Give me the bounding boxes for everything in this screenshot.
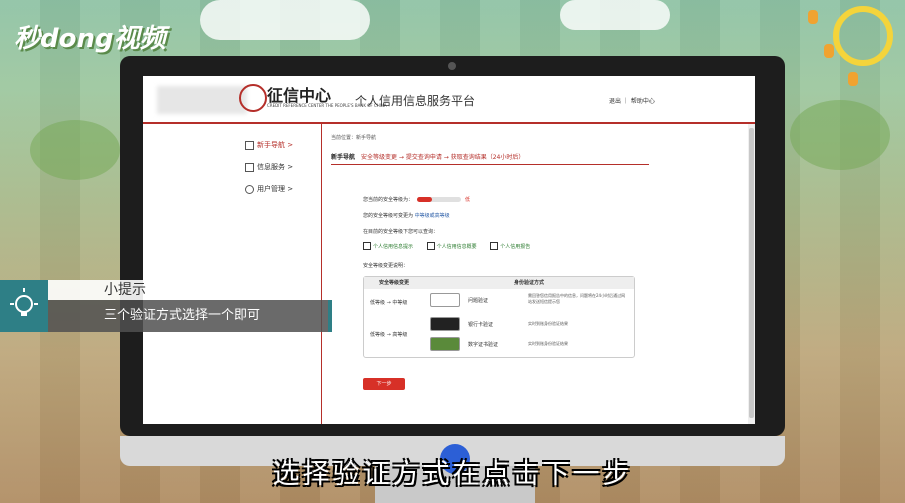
link-credit-hint[interactable]: 个人信用信息提示	[363, 242, 414, 250]
section-header: 新手导航 安全等级变更 → 提交查询申请 → 获取查询结果（24小时后）	[331, 152, 649, 165]
sun-ray	[848, 72, 858, 86]
user-icon	[245, 184, 254, 194]
query-label: 在目前的安全等级下您可以查询：	[363, 229, 439, 235]
link-label: 个人信用报告	[500, 243, 531, 250]
table-header: 身份验证方式	[424, 277, 634, 289]
method-description: 实时到账身份验证结果	[528, 341, 568, 346]
sidebar-item-info-service[interactable]: 信息服务 >	[245, 162, 293, 172]
section-title: 新手导航	[331, 154, 356, 161]
link-credit-report[interactable]: 个人信用报告	[490, 242, 531, 250]
query-links: 个人信用信息提示 个人信用信息概要 个人信用报告	[363, 242, 542, 250]
breadcrumb: 当前位置：新手导航	[331, 135, 377, 141]
security-level-bar	[417, 197, 462, 202]
video-logo: 秒dong视频	[14, 24, 166, 54]
upgrade-label: 您的安全等级可变更为	[363, 213, 414, 219]
sidebar: 新手导航 > 信息服务 > 用户管理 >	[237, 124, 322, 424]
platform-title: 个人信用信息服务平台	[355, 94, 476, 108]
method-bank-card[interactable]: 银行卡验证	[468, 321, 493, 328]
document-icon	[363, 242, 371, 250]
cloud	[560, 0, 670, 30]
change-note: 安全等级变更说明：	[363, 263, 409, 269]
table-cell-level: 低等级 → 高等级	[370, 332, 408, 338]
table-header: 安全等级变更	[364, 277, 424, 289]
main-content: 当前位置：新手导航 新手导航 安全等级变更 → 提交查询申请 → 获取查询结果（2…	[331, 124, 649, 424]
link-credit-summary[interactable]: 个人信用信息概要	[426, 242, 477, 250]
tip-text: 三个验证方式选择一个即可	[48, 300, 332, 332]
browser-screen: 征信中心 CREDIT REFERENCE CENTER THE PEOPLE'…	[143, 76, 755, 424]
sidebar-item-label: 用户管理 >	[257, 185, 294, 193]
book-icon	[490, 242, 499, 250]
sun-ray	[824, 44, 834, 58]
security-level-fill	[417, 197, 433, 202]
sidebar-item-label: 新手导航 >	[257, 141, 294, 149]
sun-ray	[808, 10, 818, 24]
video-subtitle: 选择验证方式在点击下一步	[272, 459, 633, 490]
table-cell-level: 低等级 → 中等级	[370, 300, 408, 306]
cloud	[200, 0, 370, 40]
usb-key-icon	[430, 337, 460, 351]
credit-center-logo-icon	[239, 84, 267, 112]
method-digital-certificate[interactable]: 数字证书验证	[468, 341, 498, 348]
method-description: 需回答您信用报告中的信息，问题将在24小时后通过网站发送短信提示您	[528, 293, 626, 304]
tip-overlay: 小提示 三个验证方式选择一个即可	[0, 280, 332, 332]
process-steps: 安全等级变更 → 提交查询申请 → 获取查询结果（24小时后）	[361, 154, 525, 161]
camera	[448, 62, 456, 70]
id-card-icon	[430, 293, 460, 307]
leaf-decoration	[790, 100, 890, 170]
sidebar-item-newbie[interactable]: 新手导航 >	[245, 140, 293, 150]
scrollbar-thumb[interactable]	[749, 128, 754, 418]
method-description: 实时到账身份验证结果	[528, 321, 568, 326]
security-level-value: 低	[465, 197, 471, 203]
document-icon	[426, 242, 435, 250]
book-icon	[245, 140, 254, 150]
upgrade-value: 中等级或高等级	[414, 213, 450, 219]
scrollbar[interactable]	[748, 124, 755, 424]
top-links[interactable]: 退出 ｜ 帮助中心	[609, 96, 655, 105]
link-label: 个人信用信息提示	[373, 243, 414, 250]
verification-table: 安全等级变更 身份验证方式 低等级 → 中等级 问题验证 需回答您信用报告中的信…	[363, 276, 635, 358]
security-label: 您当前的安全等级为：	[363, 197, 414, 203]
method-question[interactable]: 问题验证	[468, 297, 488, 304]
security-level-row: 您当前的安全等级为： 低	[363, 196, 470, 203]
lightbulb-icon	[0, 280, 48, 332]
sun-icon	[833, 6, 893, 66]
link-label: 个人信用信息概要	[436, 243, 477, 250]
sidebar-item-label: 信息服务 >	[257, 163, 294, 171]
document-icon	[245, 162, 254, 172]
leaf-decoration	[30, 120, 120, 180]
bank-card-icon	[430, 317, 460, 331]
sidebar-item-user-management[interactable]: 用户管理 >	[245, 184, 293, 194]
blurred-region	[157, 86, 247, 114]
upgrade-row: 您的安全等级可变更为 中等级或高等级	[363, 212, 450, 219]
portal-header: 征信中心 CREDIT REFERENCE CENTER THE PEOPLE'…	[143, 76, 755, 124]
tip-title: 小提示	[48, 280, 238, 300]
next-button[interactable]: 下一步	[363, 378, 405, 390]
